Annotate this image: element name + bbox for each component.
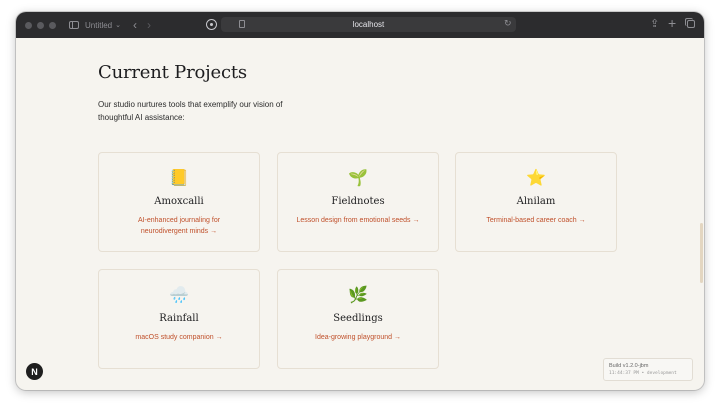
browser-window: Untitled ⌄ ‹ › localhost ↻ ⇪ + Current P… xyxy=(16,12,704,390)
scrollbar-thumb[interactable] xyxy=(700,223,703,283)
new-tab-icon[interactable]: + xyxy=(668,15,676,31)
project-link[interactable]: Terminal-based career coach → xyxy=(471,215,601,226)
url-text: localhost xyxy=(352,20,385,29)
notebook-icon: 📒 xyxy=(169,170,189,187)
browser-toolbar: Untitled ⌄ ‹ › localhost ↻ ⇪ + xyxy=(16,12,704,38)
tab-group-title[interactable]: Untitled xyxy=(85,21,112,30)
back-icon[interactable]: ‹ xyxy=(133,18,137,32)
project-card-seedlings[interactable]: 🌿 Seedlings Idea-growing playground → xyxy=(277,269,439,369)
page-icon xyxy=(239,20,245,28)
project-name: Amoxcalli xyxy=(154,196,204,207)
zoom-window-button[interactable] xyxy=(49,21,56,29)
project-name: Fieldnotes xyxy=(331,196,385,207)
page-title: Current Projects xyxy=(98,62,247,83)
seedling-icon: 🌱 xyxy=(348,170,368,187)
project-link[interactable]: Idea-growing playground → xyxy=(293,332,423,343)
rain-cloud-icon: 🌧️ xyxy=(169,287,189,304)
project-card-fieldnotes[interactable]: 🌱 Fieldnotes Lesson design from emotiona… xyxy=(277,152,439,252)
project-name: Alnilam xyxy=(516,196,556,207)
sidebar-toggle-icon[interactable] xyxy=(69,21,79,29)
page-content: Current Projects Our studio nurtures too… xyxy=(16,38,704,390)
reload-icon[interactable]: ↻ xyxy=(504,18,512,29)
star-icon: ⭐ xyxy=(526,170,546,187)
project-card-alnilam[interactable]: ⭐ Alnilam Terminal-based career coach → xyxy=(455,152,617,252)
tab-overview-icon[interactable] xyxy=(685,18,695,28)
project-name: Rainfall xyxy=(159,313,199,324)
project-link[interactable]: AI-enhanced journaling for neurodivergen… xyxy=(114,215,244,237)
project-card-amoxcalli[interactable]: 📒 Amoxcalli AI-enhanced journaling for n… xyxy=(98,152,260,252)
dev-tools-badge[interactable]: N xyxy=(26,363,43,380)
window-controls xyxy=(25,21,56,29)
page-intro: Our studio nurtures tools that exemplify… xyxy=(98,100,283,122)
project-name: Seedlings xyxy=(333,313,383,324)
herb-icon: 🌿 xyxy=(348,287,368,304)
share-icon[interactable]: ⇪ xyxy=(650,17,659,30)
chevron-down-icon[interactable]: ⌄ xyxy=(115,21,121,29)
build-version: Build v1.2.0-jbm xyxy=(609,363,649,369)
project-link[interactable]: Lesson design from emotional seeds → xyxy=(293,215,423,226)
build-meta: 11:44:37 PM • development xyxy=(609,371,677,376)
privacy-shield-icon[interactable] xyxy=(206,19,217,30)
project-link[interactable]: macOS study companion → xyxy=(114,332,244,343)
project-card-rainfall[interactable]: 🌧️ Rainfall macOS study companion → xyxy=(98,269,260,369)
forward-icon[interactable]: › xyxy=(147,18,151,32)
minimize-window-button[interactable] xyxy=(37,21,44,29)
close-window-button[interactable] xyxy=(25,21,32,29)
build-info-box: Build v1.2.0-jbm 11:44:37 PM • developme… xyxy=(603,358,693,381)
address-bar[interactable]: localhost xyxy=(221,17,516,32)
